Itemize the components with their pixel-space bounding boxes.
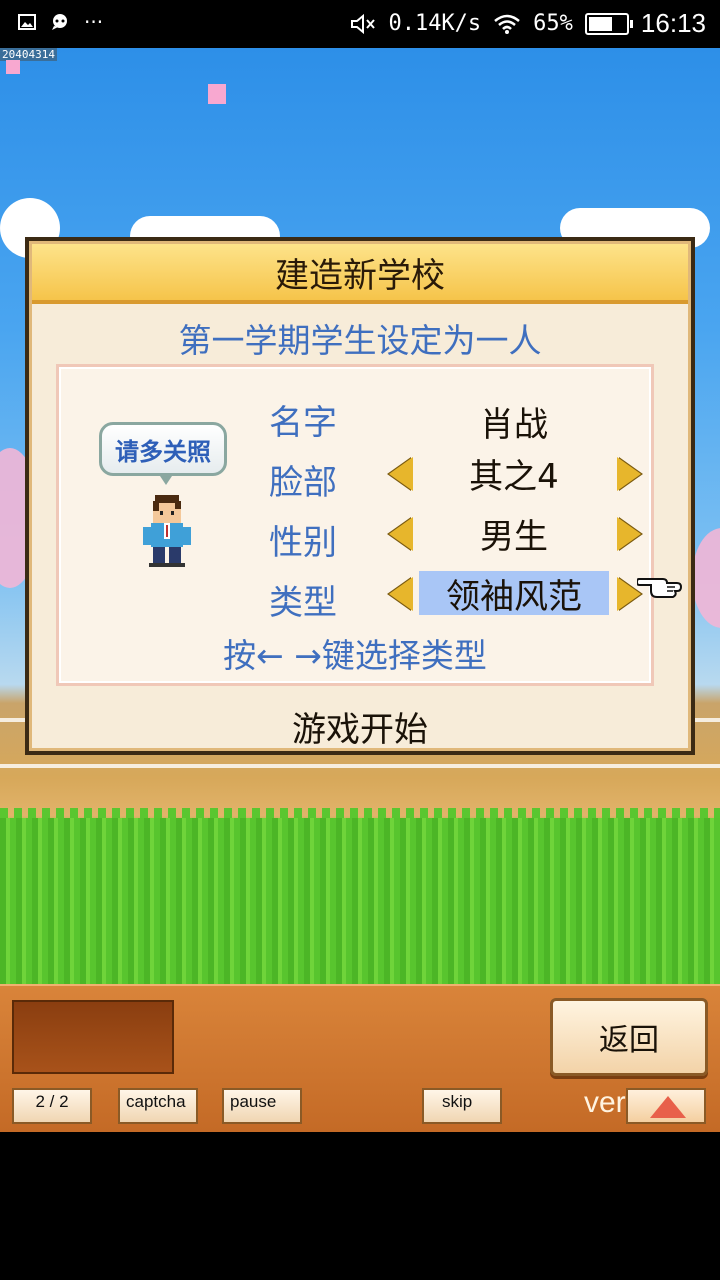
chat-icon: [52, 14, 67, 30]
battery-percent: 65%: [533, 11, 573, 36]
petal: [6, 60, 20, 74]
bottom-toolbar: 返回 2 / 2 captcha pause skip ver 4.: [0, 984, 720, 1132]
back-button[interactable]: 返回: [550, 998, 708, 1076]
grass-field: [0, 818, 720, 984]
cherry-blossom-tree: [692, 528, 720, 628]
captcha-button[interactable]: captcha: [118, 1088, 198, 1124]
track-line: [0, 764, 720, 768]
page-button[interactable]: 2 / 2: [12, 1088, 92, 1124]
type-value: 领袖风范: [419, 571, 609, 617]
dialog-body: 建造新学校 第一学期学生设定为一人 请多关照 名字 肖战 脸部 其之4 性别 男…: [29, 241, 691, 751]
petal: [208, 84, 226, 104]
face-value: 其之4: [469, 456, 559, 497]
start-game-button[interactable]: 游戏开始: [32, 702, 688, 751]
more-dots-icon: ···: [84, 10, 104, 34]
status-bar: ··· 0.14K/s 65% 16:13: [0, 0, 720, 48]
type-prev-arrow-icon[interactable]: [389, 577, 413, 611]
face-next-arrow-icon[interactable]: [617, 457, 641, 491]
type-hint: 按← →键选择类型: [223, 636, 487, 675]
name-value[interactable]: 肖战: [419, 399, 609, 445]
face-prev-arrow-icon[interactable]: [389, 457, 413, 491]
student-settings-panel: 请多关照 名字 肖战 脸部 其之4 性别 男生 类型 领袖风范 按← →键选择类…: [56, 364, 683, 686]
type-row: 类型 领袖风范: [59, 571, 657, 627]
type-label: 类型: [269, 583, 337, 623]
gender-next-arrow-icon[interactable]: [617, 517, 641, 551]
dialog-title: 建造新学校: [32, 244, 688, 304]
wifi-icon: [494, 14, 520, 34]
dialog-subtitle: 第一学期学生设定为一人: [178, 321, 542, 360]
build-school-dialog: 建造新学校 第一学期学生设定为一人 请多关照 名字 肖战 脸部 其之4 性别 男…: [25, 237, 695, 755]
image-icon: [18, 14, 36, 30]
battery-icon: [584, 12, 633, 35]
scroll-up-button[interactable]: [626, 1088, 706, 1124]
pause-button[interactable]: pause: [222, 1088, 302, 1124]
gender-row: 性别 男生: [59, 511, 657, 567]
up-arrow-icon: [650, 1096, 686, 1118]
gender-label: 性别: [269, 523, 337, 563]
pointing-hand-cursor-icon: [637, 578, 683, 598]
clock: 16:13: [640, 8, 706, 38]
message-box: [12, 1000, 174, 1074]
battery-level-fill: [588, 16, 613, 31]
skip-button[interactable]: skip: [422, 1088, 502, 1124]
network-speed: 0.14K/s: [388, 11, 482, 36]
mute-icon: [351, 13, 376, 34]
name-label: 名字: [269, 403, 337, 443]
name-row: 名字 肖战: [59, 391, 657, 447]
gender-prev-arrow-icon[interactable]: [389, 517, 413, 551]
gender-value: 男生: [480, 516, 548, 557]
face-label: 脸部: [269, 463, 337, 503]
face-row: 脸部 其之4: [59, 451, 657, 507]
